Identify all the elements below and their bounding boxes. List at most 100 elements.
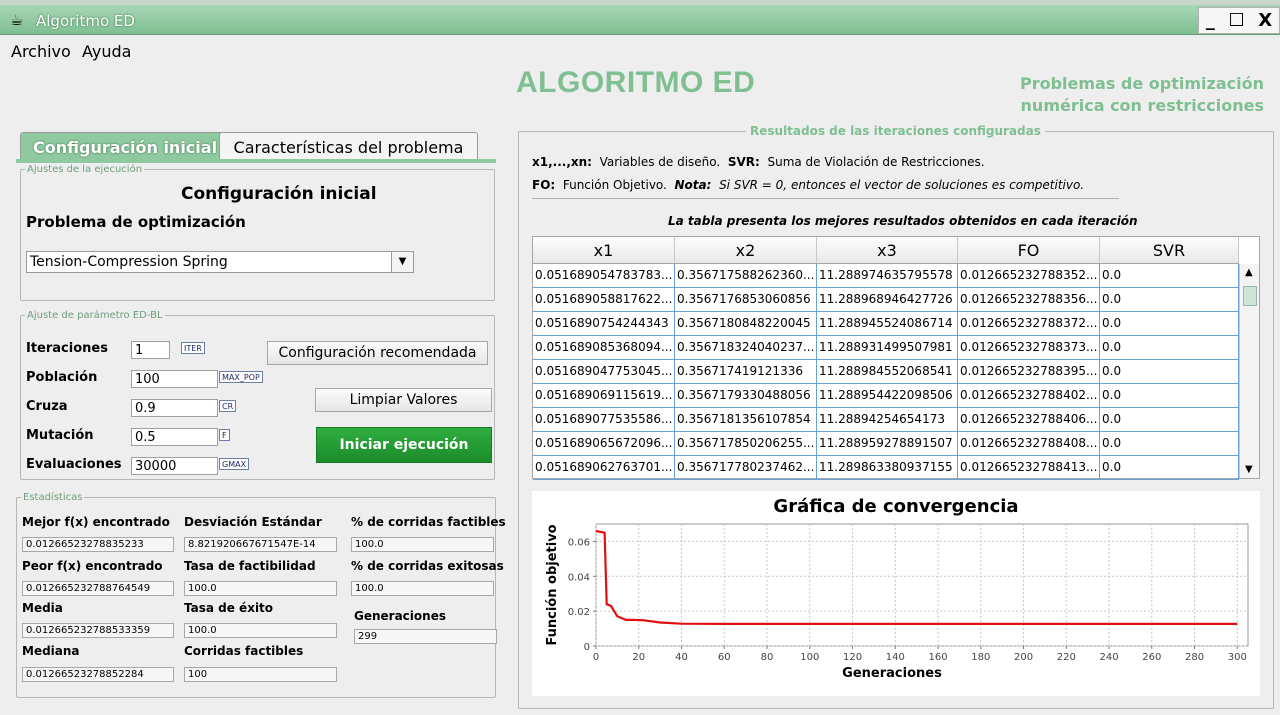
- crossover-label: Cruza: [26, 399, 68, 414]
- tab-caracteristicas-problema[interactable]: Características del problema: [219, 132, 478, 160]
- java-cup-icon: ☕: [10, 11, 24, 29]
- column-header-fo[interactable]: FO: [958, 237, 1100, 263]
- problem-select[interactable]: Tension-Compression Spring ▼: [26, 251, 414, 273]
- plot-area: [595, 523, 1249, 647]
- mutation-label: Mutación: [26, 428, 94, 443]
- iterations-input[interactable]: 1: [131, 341, 170, 359]
- window-title: Algoritmo ED: [36, 12, 135, 30]
- evaluations-input[interactable]: 30000: [131, 457, 218, 475]
- population-input[interactable]: 100: [131, 370, 218, 388]
- worst-fx-field: 0.012665232788764549: [22, 581, 174, 596]
- table-cell-x2: 0.356717780237462...: [675, 456, 817, 479]
- scroll-thumb[interactable]: [1243, 286, 1257, 306]
- clear-values-button[interactable]: Limpiar Valores: [315, 388, 492, 412]
- info-line-1: x1,...,xn: Variables de diseño. SVR: Sum…: [532, 155, 985, 169]
- maximize-icon[interactable]: ☐: [1228, 11, 1244, 30]
- table-cell-x2: 0.356717419121336: [675, 360, 817, 383]
- table-cell-x3: 11.288984552068541: [817, 360, 958, 383]
- table-row[interactable]: 0.051689069115619... 0.3567179330488056 11…: [533, 384, 1239, 408]
- window-controls: _ ☐ X: [1198, 7, 1280, 34]
- x-tick-label: 20: [632, 652, 645, 663]
- table-row[interactable]: 0.051689077535586... 0.3567181356107854 11…: [533, 408, 1239, 432]
- table-cell-fo: 0.012665232788373...: [958, 336, 1100, 359]
- crossover-input[interactable]: 0.9: [131, 399, 218, 417]
- evaluations-label: Evaluaciones: [26, 457, 122, 472]
- x-tick-label: 120: [843, 652, 862, 663]
- app-subheading: Problemas de optimización numérica con r…: [1020, 73, 1264, 117]
- x-tick-label: 200: [1014, 652, 1033, 663]
- column-header-x1[interactable]: x1: [533, 237, 675, 263]
- minimize-icon[interactable]: _: [1206, 11, 1215, 30]
- info-val-x: Variables de diseño.: [599, 155, 721, 169]
- successful-runs-pct-field: 100.0: [351, 581, 494, 596]
- table-cell-x1: 0.051689062763701...: [533, 456, 675, 479]
- table-cell-svr: 0.0: [1100, 384, 1239, 407]
- table-row[interactable]: 0.051689047753045... 0.356717419121336 11.…: [533, 360, 1239, 384]
- table-cell-svr: 0.0: [1100, 456, 1239, 479]
- table-cell-x1: 0.051689077535586...: [533, 408, 675, 431]
- best-fx-field: 0.01266523278835233: [22, 537, 174, 552]
- success-rate-label: Tasa de éxito: [184, 601, 274, 615]
- gmax-tag: GMAX: [219, 458, 250, 470]
- mutation-input[interactable]: 0.5: [131, 428, 218, 446]
- app-heading: ALGORITMO ED: [516, 66, 756, 99]
- x-tick-label: 260: [1142, 652, 1161, 663]
- x-tick-label: 220: [1057, 652, 1076, 663]
- window-titlebar[interactable]: ☕ Algoritmo ED _ ☐ X: [0, 5, 1280, 35]
- x-tick-label: 80: [761, 652, 774, 663]
- table-cell-x1: 0.051689069115619...: [533, 384, 675, 407]
- scroll-up-icon[interactable]: ▲: [1245, 267, 1253, 278]
- subtitle-line-2: numérica con restricciones: [1020, 96, 1264, 115]
- table-cell-x1: 0.0516890754244343: [533, 312, 675, 335]
- tab-configuracion-inicial[interactable]: Configuración inicial: [20, 132, 231, 160]
- table-cell-fo: 0.012665232788352...: [958, 264, 1100, 287]
- table-cell-x2: 0.356717588262360...: [675, 264, 817, 287]
- table-cell-x1: 0.051689065672096...: [533, 432, 675, 455]
- table-row[interactable]: 0.0516890754244343 0.3567180848220045 11.2…: [533, 312, 1239, 336]
- column-header-x2[interactable]: x2: [675, 237, 817, 263]
- table-cell-fo: 0.012665232788395...: [958, 360, 1100, 383]
- table-row[interactable]: 0.051689062763701... 0.356717780237462...…: [533, 456, 1239, 480]
- successful-runs-pct-label: % de corridas exitosas: [351, 559, 504, 573]
- table-scrollbar[interactable]: ▲ ▼: [1239, 264, 1259, 478]
- table-cell-x3: 11.288931499507981: [817, 336, 958, 359]
- start-execution-button[interactable]: Iniciar ejecución: [316, 427, 492, 463]
- y-tick-label: 0.02: [568, 607, 590, 618]
- recommended-config-button[interactable]: Configuración recomendada: [267, 341, 488, 365]
- table-cell-x2: 0.3567176853060856: [675, 288, 817, 311]
- close-icon[interactable]: X: [1258, 11, 1272, 30]
- x-axis-label: Generaciones: [842, 666, 942, 681]
- table-cell-fo: 0.012665232788406...: [958, 408, 1100, 431]
- dropdown-arrow-icon[interactable]: ▼: [391, 252, 413, 272]
- population-label: Población: [26, 370, 98, 385]
- menu-ayuda[interactable]: Ayuda: [82, 42, 131, 61]
- table-row[interactable]: 0.051689085368094... 0.356718324040237...…: [533, 336, 1239, 360]
- table-cell-x3: 11.288974635795578: [817, 264, 958, 287]
- table-row[interactable]: 0.051689054783783... 0.356717588262360...…: [533, 264, 1239, 288]
- y-axis-label: Función objetivo: [545, 524, 560, 645]
- x-tick-label: 60: [718, 652, 731, 663]
- table-cell-x2: 0.356717850206255...: [675, 432, 817, 455]
- table-cell-x1: 0.051689047753045...: [533, 360, 675, 383]
- tab-underline: [16, 159, 496, 163]
- table-cell-x2: 0.3567180848220045: [675, 312, 817, 335]
- table-row[interactable]: 0.051689065672096... 0.356717850206255...…: [533, 432, 1239, 456]
- scroll-down-icon[interactable]: ▼: [1245, 464, 1253, 475]
- column-header-x3[interactable]: x3: [817, 237, 958, 263]
- config-heading: Configuración inicial: [181, 184, 377, 204]
- table-cell-x3: 11.288954422098506: [817, 384, 958, 407]
- table-cell-x3: 11.288959278891507: [817, 432, 958, 455]
- statistics-legend: Estadísticas: [23, 492, 83, 503]
- table-cell-x1: 0.051689054783783...: [533, 264, 675, 287]
- feasibility-rate-label: Tasa de factibilidad: [184, 559, 316, 573]
- results-table[interactable]: x1 x2 x3 FO SVR 0.051689054783783... 0.35…: [532, 236, 1260, 480]
- column-header-svr[interactable]: SVR: [1100, 237, 1239, 263]
- menu-archivo[interactable]: Archivo: [11, 42, 71, 61]
- median-field: 0.01266523278852284: [22, 667, 174, 682]
- parameter-group-legend: Ajuste de parámetro ED-BL: [27, 310, 163, 321]
- y-tick-label: 0: [584, 642, 590, 653]
- menu-bar: Archivo Ayuda: [0, 36, 1280, 64]
- results-legend: Resultados de las iteraciones configurad…: [746, 124, 1045, 138]
- table-row[interactable]: 0.051689058817622... 0.3567176853060856 11…: [533, 288, 1239, 312]
- f-tag: F: [219, 429, 230, 441]
